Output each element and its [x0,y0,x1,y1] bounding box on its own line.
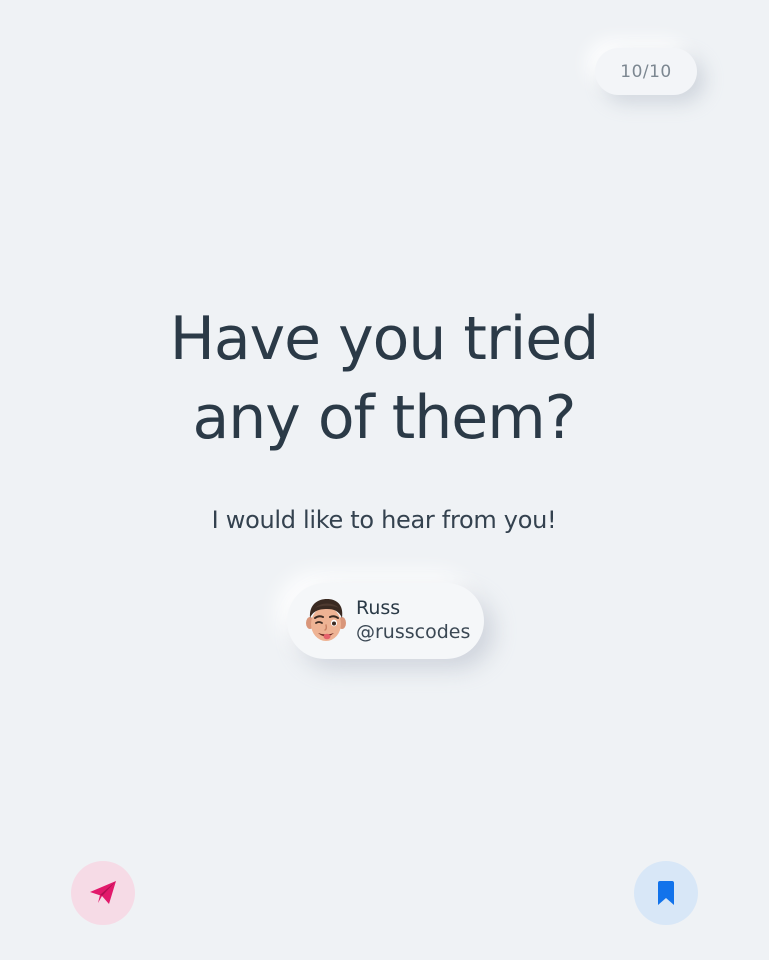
paper-plane-icon [89,880,117,906]
author-handle[interactable]: @russcodes [356,621,470,643]
page-counter-text: 10/10 [620,61,672,82]
author-card[interactable]: Russ @russcodes [287,583,484,659]
subtitle: I would like to hear from you! [211,506,557,534]
share-button[interactable] [71,861,135,925]
headline: Have you tried any of them? [84,300,684,458]
author-name: Russ [356,597,401,619]
page-counter: 10/10 [595,48,697,95]
save-button[interactable] [634,861,698,925]
bookmark-icon [656,880,676,906]
headline-line-1: Have you tried [169,304,600,374]
headline-line-2: any of them? [192,383,576,453]
memoji-avatar-icon [303,596,349,644]
